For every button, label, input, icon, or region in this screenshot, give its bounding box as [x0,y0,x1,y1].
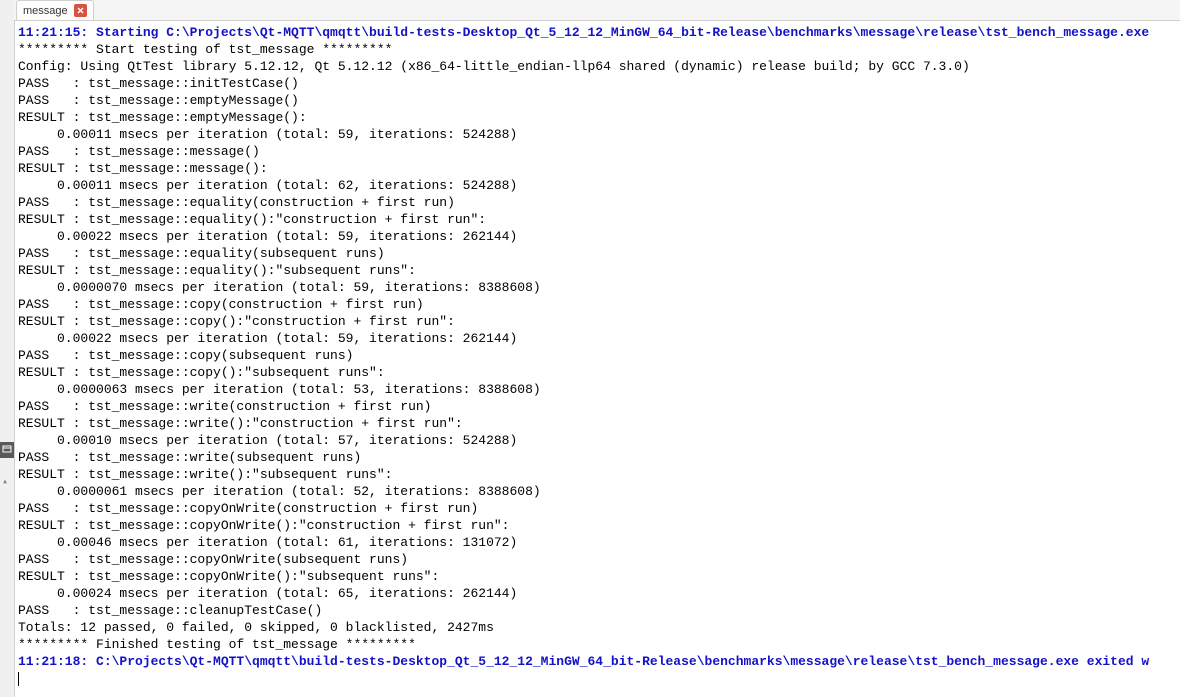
output-end-line: 11:21:18: C:\Projects\Qt-MQTT\qmqtt\buil… [18,654,1149,669]
output-line: ********* Finished testing of tst_messag… [18,637,416,652]
output-line: 0.00011 msecs per iteration (total: 59, … [18,127,517,142]
output-line: 0.00022 msecs per iteration (total: 59, … [18,229,517,244]
output-line: PASS : tst_message::copy(subsequent runs… [18,348,353,363]
tab-bar: message [14,0,1180,21]
output-line: 0.0000061 msecs per iteration (total: 52… [18,484,541,499]
output-line: RESULT : tst_message::message(): [18,161,268,176]
output-line: Totals: 12 passed, 0 failed, 0 skipped, … [18,620,494,635]
output-line: ********* Start testing of tst_message *… [18,42,392,57]
output-line: RESULT : tst_message::copyOnWrite():"con… [18,518,509,533]
side-gutter: ▴ [0,0,15,697]
output-line: 0.0000070 msecs per iteration (total: 59… [18,280,541,295]
output-line: PASS : tst_message::emptyMessage() [18,93,299,108]
output-line: 0.00024 msecs per iteration (total: 65, … [18,586,517,601]
tab-message[interactable]: message [16,0,94,20]
text-caret [18,672,19,686]
output-line: PASS : tst_message::equality(constructio… [18,195,455,210]
output-line: RESULT : tst_message::write():"subsequen… [18,467,392,482]
output-line: PASS : tst_message::initTestCase() [18,76,299,91]
output-line: RESULT : tst_message::copyOnWrite():"sub… [18,569,439,584]
output-line: RESULT : tst_message::write():"construct… [18,416,463,431]
output-start-line: 11:21:15: Starting C:\Projects\Qt-MQTT\q… [18,25,1149,40]
output-line: PASS : tst_message::copyOnWrite(subseque… [18,552,408,567]
output-line: 0.00022 msecs per iteration (total: 59, … [18,331,517,346]
output-line: RESULT : tst_message::equality():"constr… [18,212,486,227]
output-line: PASS : tst_message::copy(construction + … [18,297,424,312]
output-line: RESULT : tst_message::copy():"constructi… [18,314,455,329]
output-line: RESULT : tst_message::equality():"subseq… [18,263,416,278]
output-line: PASS : tst_message::equality(subsequent … [18,246,385,261]
output-pane[interactable]: 11:21:15: Starting C:\Projects\Qt-MQTT\q… [18,24,1180,697]
bookmark-icon[interactable] [0,442,14,458]
output-line: Config: Using QtTest library 5.12.12, Qt… [18,59,970,74]
output-line: 0.00046 msecs per iteration (total: 61, … [18,535,517,550]
output-line: 0.00011 msecs per iteration (total: 62, … [18,178,517,193]
tab-label: message [23,5,68,17]
output-line: RESULT : tst_message::copy():"subsequent… [18,365,385,380]
output-line: PASS : tst_message::copyOnWrite(construc… [18,501,478,516]
output-line: 0.00010 msecs per iteration (total: 57, … [18,433,517,448]
chevron-up-icon[interactable]: ▴ [2,476,8,488]
output-line: PASS : tst_message::message() [18,144,260,159]
output-line: 0.0000063 msecs per iteration (total: 53… [18,382,541,397]
close-icon[interactable] [74,4,87,17]
output-line: PASS : tst_message::write(subsequent run… [18,450,361,465]
output-line: PASS : tst_message::write(construction +… [18,399,431,414]
output-line: RESULT : tst_message::emptyMessage(): [18,110,307,125]
output-line: PASS : tst_message::cleanupTestCase() [18,603,322,618]
